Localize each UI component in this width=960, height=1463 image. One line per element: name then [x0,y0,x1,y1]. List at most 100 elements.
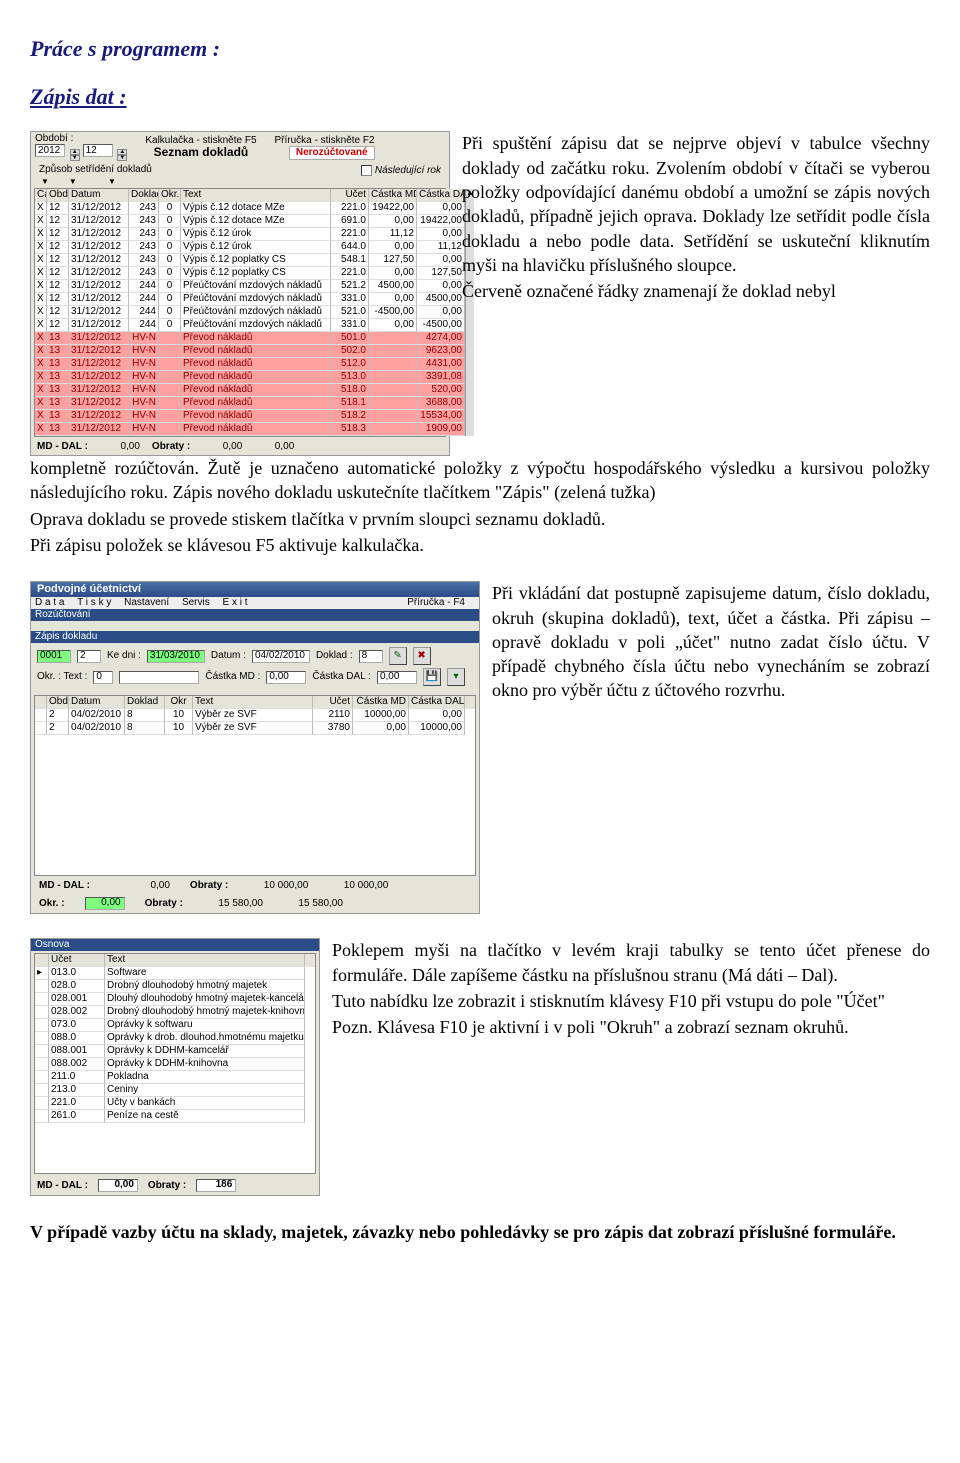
table-row[interactable]: X1231/12/20122440Přeúčtování mzdových ná… [35,293,465,306]
okr-input-b[interactable]: 0,00 [85,897,125,910]
table-row[interactable]: 088.001Oprávky k DDHM-kamcelář [35,1045,315,1058]
table-row[interactable]: X1231/12/20122430Výpis č.12 úrok644.00,0… [35,241,465,254]
col2-uc[interactable]: Účet [313,696,353,709]
table-row[interactable]: ▸013.0Software [35,967,315,980]
table-row[interactable]: 028.001Dlouhý dlouhodobý hmotný majetek-… [35,993,315,1006]
table-row[interactable]: 028.0Drobný dlouhodobý hmotný majetek [35,980,315,993]
year-input[interactable]: 2012 [35,144,65,157]
table-row[interactable]: X1331/12/2012HV-NPřevod nákladů513.03391… [35,371,465,384]
table-row[interactable]: X1231/12/20122430Výpis č.12 dotace MZe69… [35,215,465,228]
screenshot-seznam-dokladu: Období : 2012 ▲▼ 12 ▲▼ Kalkulačka - stis… [30,131,450,456]
section-heading: Zápis dat : [30,82,930,112]
btn-nerozuctovane[interactable]: Nerozúčtované [289,146,375,160]
screenshot-zapis-dokladu: Podvojné účetnictví D a t a T i s k y Na… [30,581,480,914]
table-row[interactable]: X1231/12/20122430Výpis č.12 dotace MZe22… [35,202,465,215]
menu-exit[interactable]: E x i t [223,597,248,608]
fld-dal[interactable]: 0,00 [377,671,417,684]
col-ca[interactable]: Ča [35,189,47,202]
month-input[interactable]: 12 [83,144,113,157]
menu-servis[interactable]: Servis [182,597,210,608]
col2-txt[interactable]: Text [193,696,313,709]
col-md[interactable]: Částka MD [369,189,417,202]
col3-text[interactable]: Text [105,954,305,967]
table-row[interactable]: 088.0Oprávky k drob. dlouhod.hmotnému ma… [35,1032,315,1045]
month-spinner[interactable]: ▲▼ [117,149,127,161]
table-row[interactable]: 221.0Účty v bankách [35,1097,315,1110]
year-spinner[interactable]: ▲▼ [70,149,80,161]
table-row[interactable]: 088.002Oprávky k DDHM-knihovna [35,1058,315,1071]
table-row[interactable]: 261.0Peníze na cestě [35,1110,315,1123]
table-row[interactable]: 028.002Drobný dlouhodobý hmotný majetek-… [35,1006,315,1019]
table-row[interactable]: X1331/12/2012HV-NPřevod nákladů518.13688… [35,397,465,410]
para-1d: Oprava dokladu se provede stiskem tlačít… [30,507,930,531]
col-dat[interactable]: Datum [69,189,129,202]
col-dal[interactable]: Částka DAL [417,189,465,202]
col-ucet[interactable]: Účet [331,189,369,202]
lbl-doklad: Doklad : [316,651,353,661]
col2-obd[interactable]: Obd [47,696,69,709]
col-obd[interactable]: Obd. [47,189,69,202]
col2-dal[interactable]: Částka DAL [409,696,465,709]
lbl-kedni: Ke dni : [107,651,141,661]
save-icon[interactable]: 💾 [423,668,441,686]
table-row[interactable]: X1331/12/2012HV-NPřevod nákladů518.0520,… [35,384,465,397]
col2-sel[interactable] [35,696,47,709]
table-row[interactable]: 204/02/2010810Výběr ze SVF37800,0010000,… [35,722,475,735]
col2-okr[interactable]: Okr [165,696,193,709]
para-1a: Při spuštění zápisu dat se nejprve objev… [462,131,930,277]
para-3a: Poklepem myši na tlačítko v levém kraji … [332,938,930,987]
lbl-obraty-3: Obraty : [148,1181,186,1191]
subtitle-rozuctovani: Rozúčtování [31,609,479,621]
fld-doklad[interactable]: 8 [359,650,383,663]
delete-icon[interactable]: ✖ [413,647,431,665]
table-row[interactable]: X1231/12/20122440Přeúčtování mzdových ná… [35,319,465,332]
para-1c: kompletně rozúčtován. Žutě je uznačeno a… [30,456,930,505]
table-row[interactable]: X1331/12/2012HV-NPřevod nákladů501.04274… [35,332,465,345]
col-dok[interactable]: Doklad [129,189,159,202]
val-mddal-3: 0,00 [98,1179,138,1192]
val-mddal: 0,00 [100,442,140,452]
para-1e: Při zápisu položek se klávesou F5 aktivu… [30,533,930,557]
menu-tisky[interactable]: T i s k y [77,597,111,608]
table-row[interactable]: 211.0Pokladna [35,1071,315,1084]
lbl-mddal-3: MD - DAL : [37,1181,88,1191]
fld-id2[interactable]: 2 [77,650,101,663]
table-row[interactable]: X1331/12/2012HV-NPřevod nákladů518.31909… [35,423,465,436]
lbl-nasl-rok: Následující rok [375,165,441,176]
val-obraty-dal: 0,00 [254,442,294,452]
table-row[interactable]: X1331/12/2012HV-NPřevod nákladů502.09623… [35,345,465,358]
val-mddal-a: 0,00 [110,881,170,891]
col-okr[interactable]: Okr. [159,189,181,202]
table-row[interactable]: X1331/12/2012HV-NPřevod nákladů512.04431… [35,358,465,371]
pencil-icon[interactable]: ✎ [389,647,407,665]
menu-data[interactable]: D a t a [35,597,64,608]
col2-dok[interactable]: Doklad [125,696,165,709]
fld-text[interactable] [119,671,199,684]
val-obraty-md: 0,00 [202,442,242,452]
table-row[interactable]: 204/02/2010810Výběr ze SVF211010000,000,… [35,709,475,722]
col2-dat[interactable]: Datum [69,696,125,709]
table-row[interactable]: X1231/12/20122430Výpis č.12 poplatky ČS5… [35,254,465,267]
table-row[interactable]: X1231/12/20122440Přeúčtování mzdových ná… [35,280,465,293]
chk-nasl-rok[interactable] [361,165,372,176]
menu-nastaveni[interactable]: Nastavení [124,597,169,608]
table-row[interactable]: 213.0Ceniny [35,1084,315,1097]
val-obraty-b1: 15 580,00 [203,899,263,909]
table-row[interactable]: X1231/12/20122440Přeúčtování mzdových ná… [35,306,465,319]
arrow-down-icon[interactable]: ▾ [447,668,465,686]
fld-kedni[interactable]: 31/03/2010 [147,650,205,663]
col3-ucet[interactable]: Účet [49,954,105,967]
table-row[interactable]: X1331/12/2012HV-NPřevod nákladů518.21553… [35,410,465,423]
col-txt[interactable]: Text [181,189,331,202]
fld-okr[interactable]: 0 [93,671,113,684]
col3-sel[interactable] [35,954,49,967]
fld-datum[interactable]: 04/02/2010 [252,650,310,663]
table-row[interactable]: X1231/12/20122430Výpis č.12 úrok221.011,… [35,228,465,241]
table-row[interactable]: 073.0Oprávky k softwaru [35,1019,315,1032]
fld-id1[interactable]: 0001 [37,650,71,663]
lbl-md: Částka MD : [205,672,260,682]
fld-md[interactable]: 0,00 [266,671,306,684]
table-row[interactable]: X1231/12/20122430Výpis č.12 poplatky ČS2… [35,267,465,280]
lbl-obraty-b: Obraty : [145,899,183,909]
col2-md[interactable]: Částka MD [353,696,409,709]
